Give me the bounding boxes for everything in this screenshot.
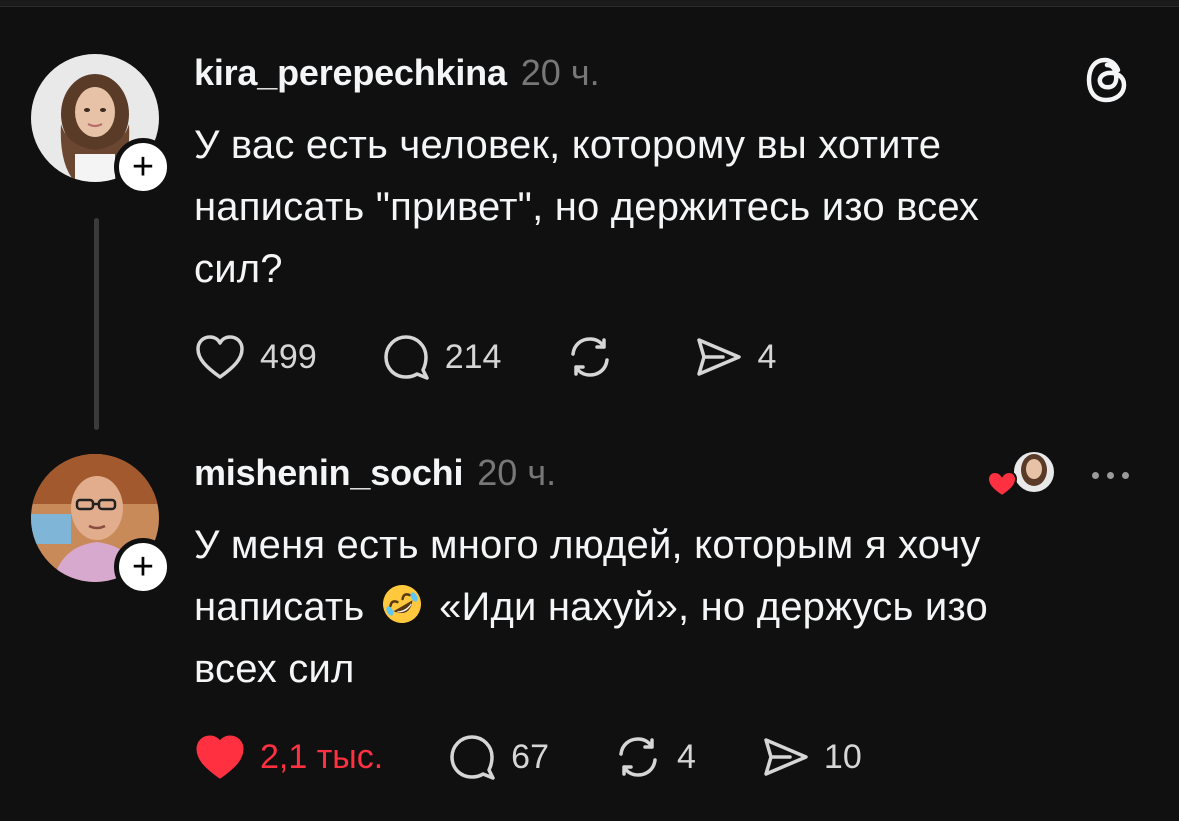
liked-by-author-indicator[interactable] xyxy=(984,448,1056,502)
post-text-line: всех сил xyxy=(194,647,355,691)
threads-logo-icon[interactable] xyxy=(1084,54,1130,111)
like-count: 499 xyxy=(260,337,317,376)
repost-button[interactable] xyxy=(565,332,629,382)
post-header: mishenin_sochi 20 ч. xyxy=(194,452,556,494)
repost-icon xyxy=(571,337,610,377)
reply-count: 214 xyxy=(444,337,502,376)
follow-button-kira[interactable]: + xyxy=(114,138,172,196)
post-text: У вас есть человек, которому вы хотите н… xyxy=(194,123,980,291)
more-icon[interactable] xyxy=(1092,472,1129,479)
username[interactable]: kira_perepechkina xyxy=(194,52,507,94)
plus-icon: + xyxy=(131,146,155,188)
like-button[interactable]: 499 xyxy=(194,333,317,381)
reply-button[interactable]: 214 xyxy=(381,332,502,382)
rofl-emoji-icon xyxy=(382,585,421,623)
username[interactable]: mishenin_sochi xyxy=(194,452,463,494)
comment-icon xyxy=(383,335,429,380)
share-icon xyxy=(697,338,742,376)
post-text-line: написать «Иди нахуй», но держусь изо xyxy=(194,576,988,638)
post-actions: 2,1 тыс. 67 4 10 xyxy=(194,732,926,782)
share-icon xyxy=(764,738,808,776)
like-count: 2,1 тыс. xyxy=(260,737,384,776)
top-border xyxy=(0,0,1179,7)
reply-count: 67 xyxy=(511,737,549,776)
heart-icon xyxy=(196,735,244,779)
share-button[interactable]: 4 xyxy=(693,334,776,380)
follow-button-mishenin[interactable]: + xyxy=(114,538,172,596)
thread-connector-line xyxy=(94,218,99,430)
share-button[interactable]: 10 xyxy=(760,734,862,780)
share-count: 4 xyxy=(757,337,777,376)
heart-icon xyxy=(986,470,1018,498)
plus-icon: + xyxy=(131,546,155,588)
post-text: У меня есть много людей, которым я хочу … xyxy=(194,514,988,700)
like-button[interactable]: 2,1 тыс. xyxy=(194,733,383,781)
repost-icon xyxy=(619,737,657,777)
timestamp: 20 ч. xyxy=(477,452,557,493)
post-actions: 499 214 4 xyxy=(194,332,840,382)
heart-icon xyxy=(196,335,244,379)
reply-button[interactable]: 67 xyxy=(447,732,549,782)
post-header: kira_perepechkina 20 ч. xyxy=(194,52,600,94)
post-text-line: У меня есть много людей, которым я хочу xyxy=(194,523,981,567)
comment-icon xyxy=(450,735,495,780)
share-count: 10 xyxy=(823,737,862,776)
repost-count: 4 xyxy=(677,737,696,776)
timestamp: 20 ч. xyxy=(520,52,600,93)
repost-button[interactable]: 4 xyxy=(613,732,696,782)
